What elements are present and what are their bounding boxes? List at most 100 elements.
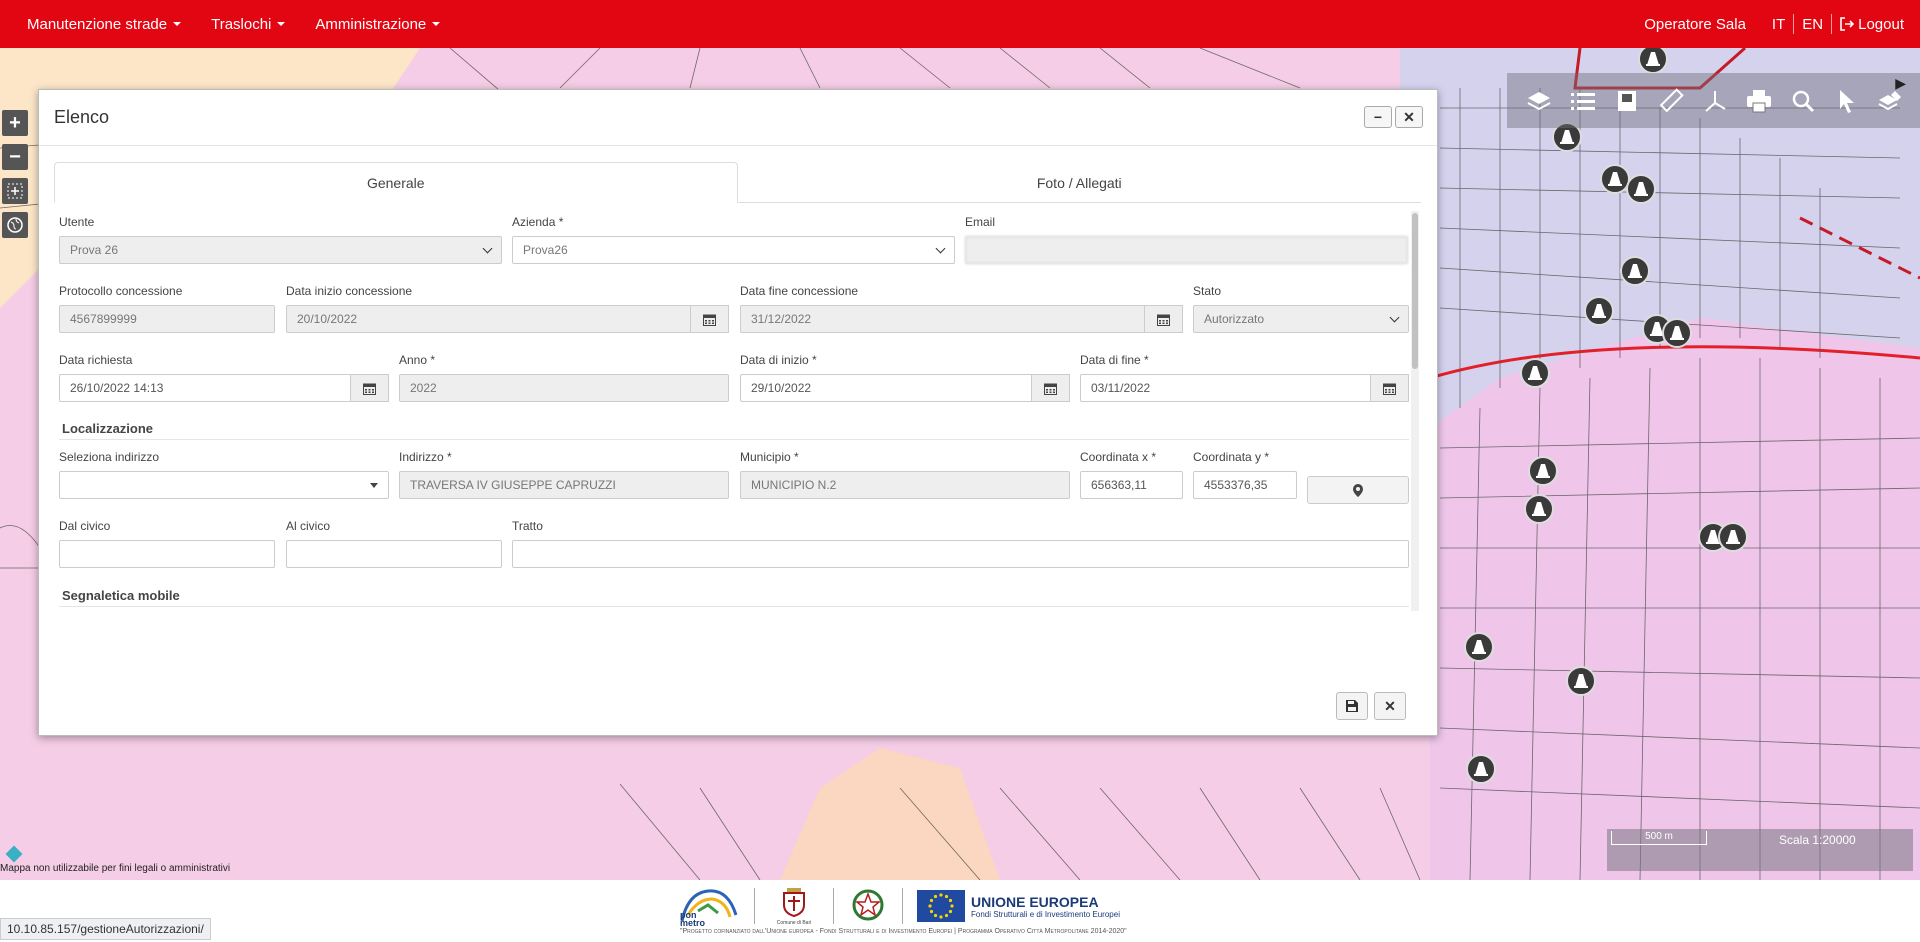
email-field[interactable] [965,236,1408,264]
divider [59,606,1409,607]
tratto-field[interactable] [512,540,1409,568]
print-icon[interactable] [1737,81,1781,121]
elenco-dialog: Elenco − ✕ Generale Foto / Allegati Uten… [38,89,1438,736]
map-marker-cone-icon[interactable] [1466,754,1496,784]
caret-down-icon [173,22,182,26]
anno-field[interactable]: 2022 [399,374,729,402]
scale-label: Scala 1:20000 [1779,833,1856,847]
cancel-button[interactable]: ✕ [1374,692,1406,720]
logout-button[interactable]: Logout [1840,16,1904,33]
coordinata-x-field[interactable]: 656363,11 [1080,471,1183,499]
list-icon[interactable] [1561,81,1605,121]
caret-down-icon [432,22,441,26]
map-marker-cone-icon[interactable] [1620,256,1650,286]
dal-civico-field[interactable] [59,540,275,568]
map-marker-cone-icon[interactable] [1626,174,1656,204]
map-toolbar: ▶ [1507,73,1920,128]
scrollbar-thumb[interactable] [1412,213,1418,369]
data-richiesta-label: Data richiesta [59,353,133,367]
ruler-icon[interactable] [1649,81,1693,121]
seleziona-indirizzo-select[interactable] [59,471,389,499]
protocollo-label: Protocollo concessione [59,284,183,298]
map-marker-cone-icon[interactable] [1584,296,1614,326]
save-button[interactable] [1336,692,1368,720]
zoom-in-icon[interactable]: + [2,110,28,136]
axes-icon[interactable] [1693,81,1737,121]
data-fine-label: Data di fine * [1080,353,1149,367]
close-icon[interactable]: ✕ [1395,106,1423,128]
data-fine-field[interactable]: 03/11/2022 [1080,374,1371,402]
scale-ruler: 500 m [1611,831,1707,845]
section-localizzazione: Localizzazione [62,421,154,436]
menu-traslochi[interactable]: Traslochi [211,16,286,33]
utente-select[interactable]: Prova 26 [59,236,502,264]
map-zoom-controls: + − [2,110,28,246]
pointer-icon[interactable] [1825,81,1869,121]
municipio-label: Municipio * [740,450,799,464]
search-icon[interactable] [1781,81,1825,121]
calendar-icon[interactable] [691,305,729,333]
close-icon: ✕ [1384,697,1396,714]
edit-layer-icon[interactable] [1869,81,1913,121]
map-marker-icon [1353,483,1363,497]
menu-amministrazione[interactable]: Amministrazione [315,16,441,33]
data-richiesta-field[interactable]: 26/10/2022 14:13 [59,374,351,402]
expand-toolbar-icon[interactable]: ▶ [1895,75,1906,92]
anno-label: Anno * [399,353,436,367]
zoom-out-icon[interactable]: − [2,144,28,170]
divider [59,439,1409,440]
data-inizio-concessione-field[interactable]: 20/10/2022 [286,305,691,333]
globe-icon[interactable] [2,212,28,238]
section-segnaletica-mobile: Segnaletica mobile [62,588,180,603]
zoom-extent-icon[interactable] [2,178,28,204]
coordinata-y-field[interactable]: 4553376,35 [1193,471,1297,499]
tab-generale[interactable]: Generale [54,162,738,203]
layers-icon[interactable] [1517,81,1561,121]
calendar-icon[interactable] [351,374,389,402]
chevron-down-icon [935,243,946,253]
ue-title: UNIONE EUROPEA [971,893,1099,910]
coordinata-y-label: Coordinata y * [1193,450,1270,464]
map-marker-cone-icon[interactable] [1662,318,1692,348]
caret-down-icon [370,482,378,488]
map-marker-cone-icon[interactable] [1566,666,1596,696]
locate-button[interactable] [1307,476,1409,504]
dal-civico-label: Dal civico [59,519,111,533]
azienda-select[interactable]: Prova26 [512,236,955,264]
tab-bar: Generale Foto / Allegati [54,162,1421,203]
divider [902,888,903,924]
divider [1793,14,1795,34]
save-icon [1346,700,1358,712]
azienda-label: Azienda * [512,215,564,229]
lang-en[interactable]: EN [1802,16,1823,33]
al-civico-label: Al civico [286,519,331,533]
form-scrollbar[interactable] [1411,211,1419,611]
data-fine-concessione-field[interactable]: 31/12/2022 [740,305,1145,333]
funding-caption: "Progetto cofinanziato dall'Unione europ… [680,928,1127,935]
scale-bar: 500 m Scala 1:20000 [1607,829,1913,871]
stato-select[interactable]: Autorizzato [1193,305,1409,333]
chevron-down-icon [1389,312,1400,322]
menu-manutenzione-strade[interactable]: Manutenzione strade [27,16,182,33]
map-marker-cone-icon[interactable] [1520,358,1550,388]
tab-foto-allegati[interactable]: Foto / Allegati [738,162,1421,203]
municipio-field[interactable]: MUNICIPIO N.2 [740,471,1070,499]
map-marker-cone-icon[interactable] [1464,632,1494,662]
protocollo-field[interactable]: 4567899999 [59,305,275,333]
map-marker-cone-icon[interactable] [1718,522,1748,552]
calendar-icon[interactable] [1371,374,1409,402]
al-civico-field[interactable] [286,540,502,568]
calendar-icon[interactable] [1032,374,1070,402]
map-marker-cone-icon[interactable] [1528,456,1558,486]
form-generale: Utente Prova 26 Azienda * Prova26 Email … [54,210,1413,610]
book-icon[interactable] [1605,81,1649,121]
calendar-icon[interactable] [1145,305,1183,333]
minimize-icon[interactable]: − [1364,106,1392,128]
seleziona-indirizzo-label: Seleziona indirizzo [59,450,160,464]
map-marker-cone-icon[interactable] [1524,494,1554,524]
lang-it[interactable]: IT [1772,16,1785,33]
data-inizio-field[interactable]: 29/10/2022 [740,374,1032,402]
footer: pon metro Comune di Bari UNIONE EUROPEA … [0,880,1920,942]
indirizzo-field[interactable]: TRAVERSA IV GIUSEPPE CAPRUZZI [399,471,729,499]
user-name[interactable]: Operatore Sala [1644,16,1746,33]
